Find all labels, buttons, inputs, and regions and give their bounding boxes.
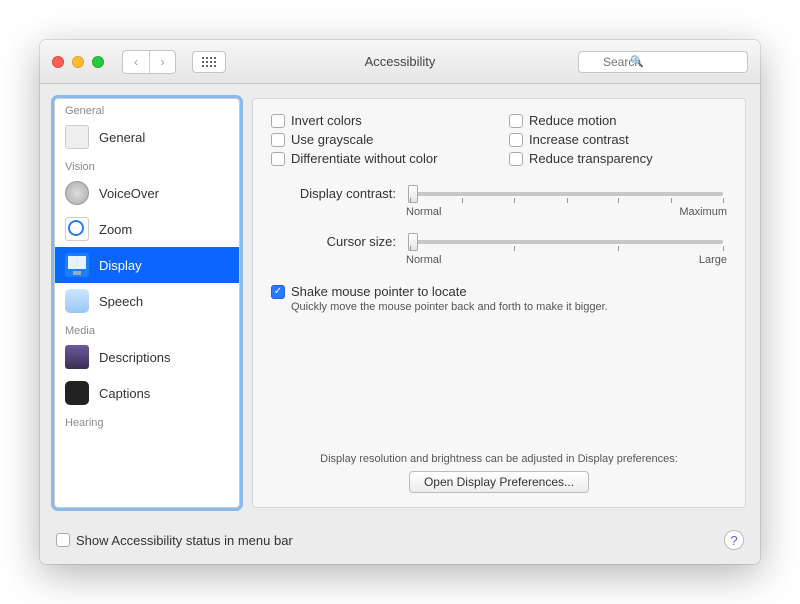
main-panel: Invert colors Reduce motion Use grayscal…	[252, 98, 746, 508]
checkbox-label: Shake mouse pointer to locate	[291, 284, 467, 299]
checkbox-icon	[271, 133, 285, 147]
help-button[interactable]: ?	[724, 530, 744, 550]
footer-text: Display resolution and brightness can be…	[271, 453, 727, 465]
checkbox-icon	[56, 533, 70, 547]
sidebar-item-label: Descriptions	[99, 350, 171, 365]
checkbox-increase-contrast[interactable]: Increase contrast	[509, 132, 727, 147]
checkbox-label: Show Accessibility status in menu bar	[76, 533, 293, 548]
open-display-preferences-button[interactable]: Open Display Preferences...	[409, 471, 589, 493]
slider-max-label: Maximum	[679, 206, 727, 218]
close-icon[interactable]	[52, 56, 64, 68]
descriptions-icon	[65, 345, 89, 369]
checkbox-icon: ✓	[271, 285, 285, 299]
section-vision-label: Vision	[55, 155, 239, 175]
sidebar-item-voiceover[interactable]: VoiceOver	[55, 175, 239, 211]
checkbox-shake-pointer[interactable]: ✓ Shake mouse pointer to locate	[271, 284, 727, 299]
shake-hint: Quickly move the mouse pointer back and …	[291, 301, 727, 313]
slider-track[interactable]	[410, 192, 723, 196]
slider-ticks	[410, 198, 723, 204]
checkbox-label: Reduce transparency	[529, 151, 653, 166]
section-media-label: Media	[55, 319, 239, 339]
checkbox-label: Differentiate without color	[291, 151, 437, 166]
section-general-label: General	[55, 99, 239, 119]
slider-min-label: Normal	[406, 254, 441, 266]
forward-button[interactable]: ›	[149, 51, 175, 73]
checkbox-use-grayscale[interactable]: Use grayscale	[271, 132, 489, 147]
checkbox-differentiate[interactable]: Differentiate without color	[271, 151, 489, 166]
search-wrap: 🔍	[578, 51, 748, 73]
back-button[interactable]: ‹	[123, 51, 149, 73]
bottom-bar: Show Accessibility status in menu bar ?	[40, 522, 760, 564]
checkbox-icon	[509, 133, 523, 147]
sidebar-item-zoom[interactable]: Zoom	[55, 211, 239, 247]
window-controls	[52, 56, 104, 68]
show-all-button[interactable]	[192, 51, 226, 73]
checkbox-icon	[509, 114, 523, 128]
maximize-icon[interactable]	[92, 56, 104, 68]
slider-display-contrast: Display contrast: Normal Maximum	[271, 184, 727, 218]
slider-min-label: Normal	[406, 206, 441, 218]
sidebar-item-descriptions[interactable]: Descriptions	[55, 339, 239, 375]
search-input[interactable]	[578, 51, 748, 73]
zoom-icon	[65, 217, 89, 241]
sidebar-item-label: Zoom	[99, 222, 132, 237]
nav-buttons: ‹ ›	[122, 50, 176, 74]
checkbox-invert-colors[interactable]: Invert colors	[271, 113, 489, 128]
checkbox-grid: Invert colors Reduce motion Use grayscal…	[271, 113, 727, 166]
checkbox-label: Reduce motion	[529, 113, 616, 128]
sidebar-item-display[interactable]: Display	[55, 247, 239, 283]
sidebar-item-label: VoiceOver	[99, 186, 159, 201]
section-hearing-label: Hearing	[55, 411, 239, 431]
captions-icon	[65, 381, 89, 405]
slider-max-label: Large	[699, 254, 727, 266]
sidebar-item-captions[interactable]: Captions	[55, 375, 239, 411]
titlebar: ‹ › Accessibility 🔍	[40, 40, 760, 84]
checkbox-icon	[271, 114, 285, 128]
shake-group: ✓ Shake mouse pointer to locate Quickly …	[271, 284, 727, 313]
slider-ticks	[410, 246, 723, 252]
sidebar-item-general[interactable]: General	[55, 119, 239, 155]
minimize-icon[interactable]	[72, 56, 84, 68]
checkbox-show-status[interactable]: Show Accessibility status in menu bar	[56, 533, 293, 548]
slider-track[interactable]	[410, 240, 723, 244]
content: General General Vision VoiceOver Zoom Di…	[40, 84, 760, 522]
slider-body[interactable]: Normal Large	[406, 232, 727, 266]
checkbox-label: Use grayscale	[291, 132, 373, 147]
sidebar-item-label: Speech	[99, 294, 143, 309]
slider-cursor-size: Cursor size: Normal Large	[271, 232, 727, 266]
slider-label: Cursor size:	[271, 232, 396, 249]
display-icon	[65, 253, 89, 277]
sidebar-item-label: General	[99, 130, 145, 145]
slider-body[interactable]: Normal Maximum	[406, 184, 727, 218]
sidebar-item-label: Display	[99, 258, 142, 273]
checkbox-reduce-motion[interactable]: Reduce motion	[509, 113, 727, 128]
voiceover-icon	[65, 181, 89, 205]
speech-icon	[65, 289, 89, 313]
sidebar-item-speech[interactable]: Speech	[55, 283, 239, 319]
grid-icon	[202, 57, 216, 67]
checkbox-reduce-transparency[interactable]: Reduce transparency	[509, 151, 727, 166]
slider-label: Display contrast:	[271, 184, 396, 201]
checkbox-icon	[271, 152, 285, 166]
sidebar[interactable]: General General Vision VoiceOver Zoom Di…	[54, 98, 240, 508]
checkbox-label: Increase contrast	[529, 132, 629, 147]
checkbox-icon	[509, 152, 523, 166]
sidebar-item-label: Captions	[99, 386, 150, 401]
accessibility-window: ‹ › Accessibility 🔍 General General Visi…	[40, 40, 760, 564]
general-icon	[65, 125, 89, 149]
checkbox-label: Invert colors	[291, 113, 362, 128]
